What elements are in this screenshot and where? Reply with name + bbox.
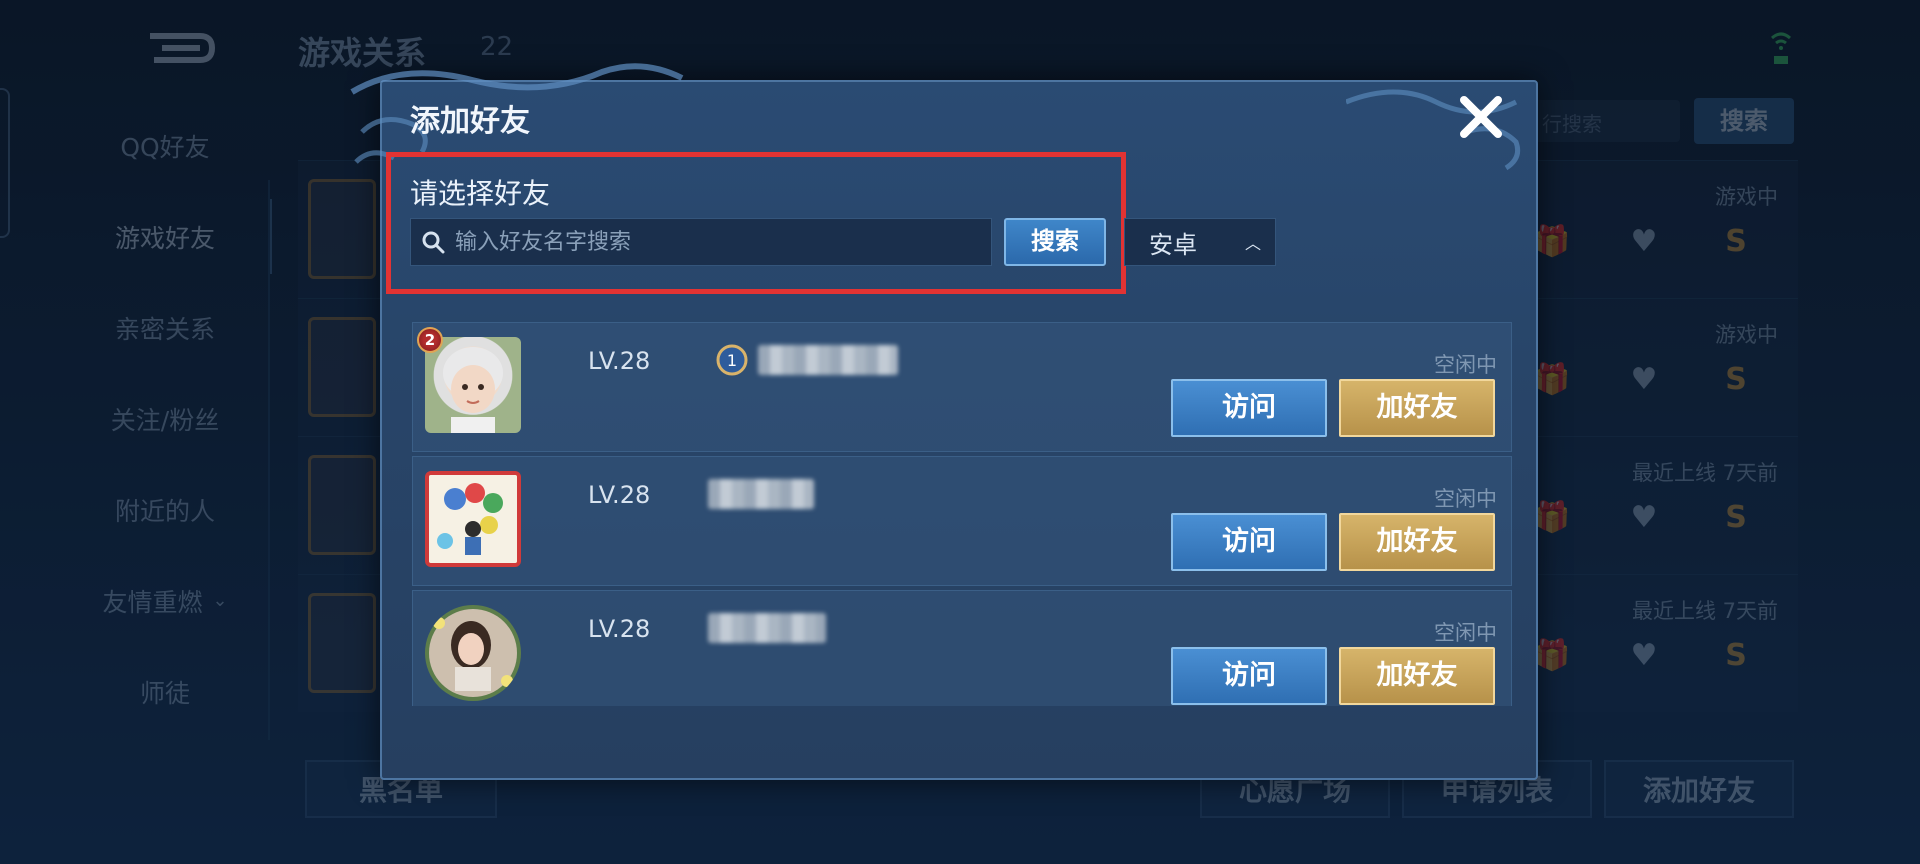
svg-text:1: 1: [727, 351, 737, 370]
level-text: LV.28: [588, 481, 651, 509]
avatar[interactable]: [425, 337, 521, 433]
status-text: 空闲中: [1434, 487, 1497, 511]
child-portrait-icon: [443, 347, 503, 433]
avatar-badge: 2: [417, 327, 443, 353]
add-friend-button[interactable]: 加好友: [1339, 647, 1495, 705]
search-button[interactable]: 搜索: [1004, 218, 1106, 266]
player-name-redacted: [708, 479, 814, 509]
close-button[interactable]: [1456, 92, 1506, 142]
select-friend-label: 请选择好友: [410, 177, 551, 210]
search-input[interactable]: [455, 219, 991, 265]
add-friend-button[interactable]: 加好友: [1339, 513, 1495, 571]
list-item: 2 LV.28 1 空闲中 访问 加好友: [412, 322, 1512, 452]
search-field[interactable]: [410, 218, 992, 266]
status-text: 空闲中: [1434, 353, 1497, 377]
avatar[interactable]: [425, 471, 521, 567]
visit-button[interactable]: 访问: [1171, 647, 1327, 705]
visit-button[interactable]: 访问: [1171, 379, 1327, 437]
dialog-title: 添加好友: [410, 104, 530, 139]
rank-badge-icon: 1: [715, 343, 749, 377]
balloons-portrait-icon: [429, 475, 517, 563]
level-text: LV.28: [588, 615, 651, 643]
list-item: LV.28 空闲中 访问 加好友: [412, 590, 1512, 706]
visit-button[interactable]: 访问: [1171, 513, 1327, 571]
close-icon: [1460, 96, 1502, 138]
add-friend-button[interactable]: 加好友: [1339, 379, 1495, 437]
list-item: LV.28 空闲中 访问 加好友: [412, 456, 1512, 586]
platform-value: 安卓: [1149, 230, 1197, 259]
status-text: 空闲中: [1434, 621, 1497, 645]
player-name-redacted: [708, 613, 826, 643]
girl-portrait-icon: [429, 609, 517, 697]
add-friend-dialog: 添加好友 请选择好友 搜索 安卓 ︿ 2: [350, 63, 1538, 780]
avatar[interactable]: [425, 605, 521, 701]
search-icon: [411, 218, 455, 266]
platform-dropdown[interactable]: 安卓 ︿: [1124, 218, 1276, 266]
level-text: LV.28: [588, 347, 651, 375]
chevron-up-icon: ︿: [1244, 234, 1261, 253]
player-name-redacted: [758, 345, 898, 375]
search-result-list: 2 LV.28 1 空闲中 访问 加好友 LV.28 空闲中 访问 加好友 LV…: [412, 322, 1512, 706]
